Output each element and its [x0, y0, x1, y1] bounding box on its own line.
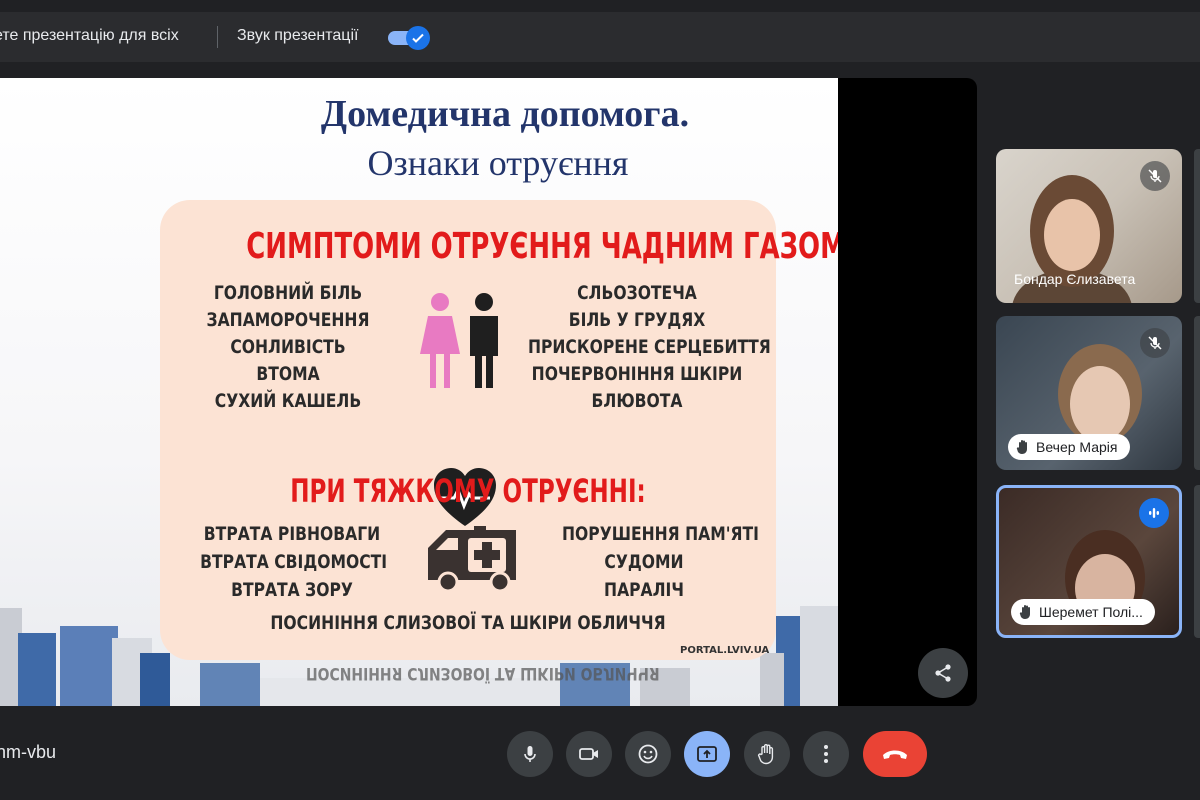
- list-item: БІЛЬ У ГРУДЯХ: [568, 309, 706, 331]
- speaking-indicator-icon: [1139, 498, 1169, 528]
- list-item: ПОЧЕРВОНІННЯ ШКІРИ: [531, 363, 743, 385]
- muted-mic-icon: [1140, 328, 1170, 358]
- participant-name: Вечер Марія: [1036, 439, 1118, 455]
- meet-window: ете презентацію для всіх Звук презентаці…: [0, 0, 1200, 800]
- participant-name-pill: Шеремет Полі...: [1011, 599, 1155, 625]
- raise-hand-icon: [758, 744, 774, 765]
- share-button[interactable]: [918, 648, 968, 698]
- list-item: ГОЛОВНИЙ БІЛЬ: [213, 282, 363, 304]
- present-now-button[interactable]: [684, 731, 730, 777]
- source-label: PORTAL.LVIV.UA: [680, 645, 770, 656]
- participant-tile[interactable]: Вечер Марія: [996, 316, 1182, 470]
- reactions-button[interactable]: [625, 731, 671, 777]
- list-item: ВТРАТА СВІДОМОСТІ: [200, 551, 388, 573]
- muted-mic-icon: [1140, 161, 1170, 191]
- camera-icon: [579, 748, 598, 760]
- list-item: ПОРУШЕННЯ ПАМ'ЯТІ: [562, 523, 759, 545]
- offscreen-participant-tile[interactable]: [1194, 485, 1200, 638]
- more-vert-icon: [824, 745, 828, 763]
- severe-left-list: ВТРАТА РІВНОВАГИ ВТРАТА СВІДОМОСТІ ВТРАТ…: [200, 520, 388, 604]
- list-item: ВТРАТА ЗОРУ: [231, 579, 353, 601]
- phone-hangup-icon: [883, 750, 907, 759]
- raised-hand-icon: [1016, 440, 1027, 454]
- list-item: СУДОМИ: [604, 551, 684, 573]
- severe-right-list: ПОРУШЕННЯ ПАМ'ЯТІ СУДОМИ ПАРАЛІЧ: [562, 520, 759, 604]
- raise-hand-button[interactable]: [744, 731, 790, 777]
- presentation-bar: ете презентацію для всіх Звук презентаці…: [0, 12, 1200, 62]
- camera-button[interactable]: [566, 731, 612, 777]
- list-item: СОНЛИВІСТЬ: [230, 336, 346, 358]
- raised-hand-icon: [1019, 605, 1030, 619]
- symptoms-card: СИМПТОМИ ОТРУЄННЯ ЧАДНИМ ГАЗОМ: ГОЛОВНИЙ…: [160, 200, 838, 660]
- severe-bottom-item: ПОСИНІННЯ СЛИЗОВОЇ ТА ШКІРИ ОБЛИЧЧЯ: [270, 612, 666, 634]
- mic-button[interactable]: [507, 731, 553, 777]
- slide-title: Домедична допомога.: [320, 93, 690, 135]
- ambulance-icon: [428, 526, 516, 593]
- check-icon: [406, 26, 430, 50]
- people-icon: [420, 293, 498, 388]
- present-screen-icon: [697, 746, 717, 762]
- share-icon: [935, 664, 951, 682]
- divider: [217, 26, 218, 48]
- slide-reflection-text: ПОСИНІННЯ СЛИЗОВОЇ ТА ШКІРИ ОБЛИЧЧЯ: [306, 663, 660, 683]
- presentation-audio-toggle[interactable]: [388, 26, 432, 50]
- mic-icon: [524, 746, 536, 762]
- emoji-icon: [638, 744, 658, 764]
- offscreen-participant-tile[interactable]: [1194, 316, 1200, 470]
- more-options-button[interactable]: [803, 731, 849, 777]
- presentation-slide: Домедична допомога. Ознаки отруєння СИМП…: [0, 78, 838, 706]
- meeting-code: nm-vbu: [0, 742, 57, 762]
- list-item: ЗАПАМОРОЧЕННЯ: [206, 309, 370, 331]
- list-item: ВТРАТА РІВНОВАГИ: [203, 523, 381, 545]
- participant-name-pill: Вечер Марія: [1008, 434, 1130, 460]
- list-item: БЛЮВОТА: [591, 390, 683, 412]
- presentation-stage: Домедична допомога. Ознаки отруєння СИМП…: [0, 78, 977, 706]
- symptoms-left-list: ГОЛОВНИЙ БІЛЬ ЗАПАМОРОЧЕННЯ СОНЛИВІСТЬ В…: [206, 280, 370, 415]
- list-item: ВТОМА: [256, 363, 320, 385]
- participant-name: Шеремет Полі...: [1039, 604, 1143, 620]
- leave-call-button[interactable]: [863, 731, 927, 777]
- offscreen-participant-tile[interactable]: [1194, 149, 1200, 303]
- slide-subtitle: Ознаки отруєння: [367, 143, 629, 183]
- participant-name: Бондар Єлизавета: [1014, 271, 1136, 287]
- presenting-status-label: ете презентацію для всіх: [0, 27, 179, 44]
- list-item: СУХИЙ КАШЕЛЬ: [214, 390, 362, 412]
- list-item: ПРИСКОРЕНЕ СЕРЦЕБИТТЯ: [527, 336, 771, 358]
- participant-tile-active[interactable]: Шеремет Полі...: [996, 485, 1182, 638]
- participant-tile[interactable]: Бондар Єлизавета: [996, 149, 1182, 303]
- list-item: ПАРАЛІЧ: [604, 579, 684, 601]
- symptoms-right-list: СЛЬОЗОТЕЧА БІЛЬ У ГРУДЯХ ПРИСКОРЕНЕ СЕРЦ…: [527, 280, 771, 415]
- severe-poisoning-heading: ПРИ ТЯЖКОМУ ОТРУЄННІ:: [290, 472, 646, 510]
- symptoms-heading: СИМПТОМИ ОТРУЄННЯ ЧАДНИМ ГАЗОМ:: [246, 226, 838, 267]
- presentation-audio-label: Звук презентації: [237, 27, 359, 44]
- list-item: СЛЬОЗОТЕЧА: [577, 282, 697, 304]
